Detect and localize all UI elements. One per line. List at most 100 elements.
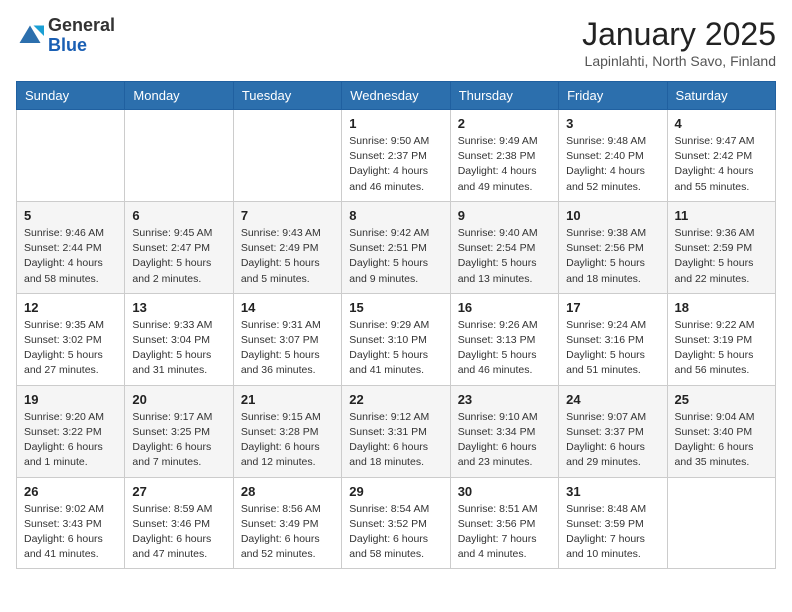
day-number: 11 — [675, 208, 768, 223]
day-info: Sunrise: 9:15 AM Sunset: 3:28 PM Dayligh… — [241, 410, 334, 471]
calendar-cell: 3Sunrise: 9:48 AM Sunset: 2:40 PM Daylig… — [559, 110, 667, 202]
calendar-cell: 1 Sunrise: 9:50 AM Sunset: 2:37 PM Daylig… — [342, 110, 450, 202]
day-info: Sunrise: 8:48 AM Sunset: 3:59 PM Dayligh… — [566, 502, 659, 563]
day-number: 16 — [458, 300, 551, 315]
day-number: 1 — [349, 116, 442, 131]
day-number: 17 — [566, 300, 659, 315]
calendar-cell: 20 Sunrise: 9:17 AM Sunset: 3:25 PM Dayli… — [125, 385, 233, 477]
day-number: 15 — [349, 300, 442, 315]
day-info: Sunrise: 8:54 AM Sunset: 3:52 PM Dayligh… — [349, 502, 442, 563]
day-number: 2 — [458, 116, 551, 131]
calendar-cell: 13 Sunrise: 9:33 AM Sunset: 3:04 PM Dayli… — [125, 293, 233, 385]
weekday-header-row: SundayMondayTuesdayWednesdayThursdayFrid… — [17, 82, 776, 110]
weekday-header-cell: Tuesday — [233, 82, 341, 110]
day-info: Sunrise: 9:49 AM Sunset: 2:38 PM Dayligh… — [458, 134, 551, 195]
day-number: 27 — [132, 484, 225, 499]
calendar-cell: 18 Sunrise: 9:22 AM Sunset: 3:19 PM Dayli… — [667, 293, 775, 385]
calendar-cell: 24Sunrise: 9:07 AM Sunset: 3:37 PM Dayli… — [559, 385, 667, 477]
calendar-cell: 30 Sunrise: 8:51 AM Sunset: 3:56 PM Dayli… — [450, 477, 558, 569]
day-number: 22 — [349, 392, 442, 407]
day-number: 24 — [566, 392, 659, 407]
month-title: January 2025 — [582, 16, 776, 53]
weekday-header-cell: Monday — [125, 82, 233, 110]
day-info: Sunrise: 9:42 AM Sunset: 2:51 PM Dayligh… — [349, 226, 442, 287]
day-info: Sunrise: 8:59 AM Sunset: 3:46 PM Dayligh… — [132, 502, 225, 563]
day-info: Sunrise: 9:31 AM Sunset: 3:07 PM Dayligh… — [241, 318, 334, 379]
day-number: 4 — [675, 116, 768, 131]
day-number: 5 — [24, 208, 117, 223]
calendar-table: SundayMondayTuesdayWednesdayThursdayFrid… — [16, 81, 776, 569]
day-number: 26 — [24, 484, 117, 499]
day-number: 25 — [675, 392, 768, 407]
calendar-cell — [233, 110, 341, 202]
day-number: 13 — [132, 300, 225, 315]
calendar-cell: 16 Sunrise: 9:26 AM Sunset: 3:13 PM Dayli… — [450, 293, 558, 385]
calendar-cell — [17, 110, 125, 202]
day-info: Sunrise: 9:40 AM Sunset: 2:54 PM Dayligh… — [458, 226, 551, 287]
calendar-cell: 19Sunrise: 9:20 AM Sunset: 3:22 PM Dayli… — [17, 385, 125, 477]
calendar-cell: 26 Sunrise: 9:02 AM Sunset: 3:43 PM Dayli… — [17, 477, 125, 569]
day-info: Sunrise: 9:02 AM Sunset: 3:43 PM Dayligh… — [24, 502, 117, 563]
calendar-week-row: 1 Sunrise: 9:50 AM Sunset: 2:37 PM Daylig… — [17, 110, 776, 202]
day-number: 29 — [349, 484, 442, 499]
weekday-header-cell: Saturday — [667, 82, 775, 110]
calendar-body: 1 Sunrise: 9:50 AM Sunset: 2:37 PM Daylig… — [17, 110, 776, 569]
day-info: Sunrise: 9:46 AM Sunset: 2:44 PM Dayligh… — [24, 226, 117, 287]
day-info: Sunrise: 9:26 AM Sunset: 3:13 PM Dayligh… — [458, 318, 551, 379]
calendar-cell: 7Sunrise: 9:43 AM Sunset: 2:49 PM Daylig… — [233, 201, 341, 293]
calendar-cell: 25 Sunrise: 9:04 AM Sunset: 3:40 PM Dayli… — [667, 385, 775, 477]
day-number: 8 — [349, 208, 442, 223]
day-info: Sunrise: 9:38 AM Sunset: 2:56 PM Dayligh… — [566, 226, 659, 287]
location-subtitle: Lapinlahti, North Savo, Finland — [582, 53, 776, 69]
calendar-cell: 11 Sunrise: 9:36 AM Sunset: 2:59 PM Dayli… — [667, 201, 775, 293]
day-number: 10 — [566, 208, 659, 223]
day-info: Sunrise: 8:51 AM Sunset: 3:56 PM Dayligh… — [458, 502, 551, 563]
calendar-cell: 9 Sunrise: 9:40 AM Sunset: 2:54 PM Daylig… — [450, 201, 558, 293]
day-info: Sunrise: 9:47 AM Sunset: 2:42 PM Dayligh… — [675, 134, 768, 195]
day-number: 14 — [241, 300, 334, 315]
logo-text: General Blue — [48, 16, 115, 56]
calendar-cell: 2 Sunrise: 9:49 AM Sunset: 2:38 PM Daylig… — [450, 110, 558, 202]
calendar-cell: 31 Sunrise: 8:48 AM Sunset: 3:59 PM Dayli… — [559, 477, 667, 569]
weekday-header-cell: Wednesday — [342, 82, 450, 110]
day-number: 31 — [566, 484, 659, 499]
day-info: Sunrise: 9:36 AM Sunset: 2:59 PM Dayligh… — [675, 226, 768, 287]
calendar-week-row: 19Sunrise: 9:20 AM Sunset: 3:22 PM Dayli… — [17, 385, 776, 477]
calendar-cell: 22 Sunrise: 9:12 AM Sunset: 3:31 PM Dayli… — [342, 385, 450, 477]
day-info: Sunrise: 9:50 AM Sunset: 2:37 PM Dayligh… — [349, 134, 442, 195]
day-info: Sunrise: 9:24 AM Sunset: 3:16 PM Dayligh… — [566, 318, 659, 379]
day-number: 12 — [24, 300, 117, 315]
day-number: 30 — [458, 484, 551, 499]
day-number: 21 — [241, 392, 334, 407]
day-number: 18 — [675, 300, 768, 315]
calendar-week-row: 5 Sunrise: 9:46 AM Sunset: 2:44 PM Daylig… — [17, 201, 776, 293]
calendar-cell: 23Sunrise: 9:10 AM Sunset: 3:34 PM Dayli… — [450, 385, 558, 477]
calendar-week-row: 26 Sunrise: 9:02 AM Sunset: 3:43 PM Dayli… — [17, 477, 776, 569]
calendar-cell: 28Sunrise: 8:56 AM Sunset: 3:49 PM Dayli… — [233, 477, 341, 569]
day-info: Sunrise: 9:17 AM Sunset: 3:25 PM Dayligh… — [132, 410, 225, 471]
weekday-header-cell: Sunday — [17, 82, 125, 110]
logo: General Blue — [16, 16, 115, 56]
calendar-cell: 15Sunrise: 9:29 AM Sunset: 3:10 PM Dayli… — [342, 293, 450, 385]
logo-icon — [16, 22, 44, 50]
day-info: Sunrise: 9:45 AM Sunset: 2:47 PM Dayligh… — [132, 226, 225, 287]
day-info: Sunrise: 9:33 AM Sunset: 3:04 PM Dayligh… — [132, 318, 225, 379]
weekday-header-cell: Thursday — [450, 82, 558, 110]
calendar-cell: 17 Sunrise: 9:24 AM Sunset: 3:16 PM Dayli… — [559, 293, 667, 385]
calendar-cell: 12 Sunrise: 9:35 AM Sunset: 3:02 PM Dayli… — [17, 293, 125, 385]
calendar-cell: 14 Sunrise: 9:31 AM Sunset: 3:07 PM Dayli… — [233, 293, 341, 385]
calendar-cell: 8 Sunrise: 9:42 AM Sunset: 2:51 PM Daylig… — [342, 201, 450, 293]
calendar-cell: 21 Sunrise: 9:15 AM Sunset: 3:28 PM Dayli… — [233, 385, 341, 477]
day-number: 9 — [458, 208, 551, 223]
day-number: 20 — [132, 392, 225, 407]
day-info: Sunrise: 9:35 AM Sunset: 3:02 PM Dayligh… — [24, 318, 117, 379]
weekday-header-cell: Friday — [559, 82, 667, 110]
calendar-cell: 27 Sunrise: 8:59 AM Sunset: 3:46 PM Dayli… — [125, 477, 233, 569]
day-info: Sunrise: 9:12 AM Sunset: 3:31 PM Dayligh… — [349, 410, 442, 471]
day-number: 6 — [132, 208, 225, 223]
calendar-cell: 29 Sunrise: 8:54 AM Sunset: 3:52 PM Dayli… — [342, 477, 450, 569]
day-info: Sunrise: 9:22 AM Sunset: 3:19 PM Dayligh… — [675, 318, 768, 379]
day-info: Sunrise: 9:04 AM Sunset: 3:40 PM Dayligh… — [675, 410, 768, 471]
day-info: Sunrise: 8:56 AM Sunset: 3:49 PM Dayligh… — [241, 502, 334, 563]
title-block: January 2025 Lapinlahti, North Savo, Fin… — [582, 16, 776, 69]
